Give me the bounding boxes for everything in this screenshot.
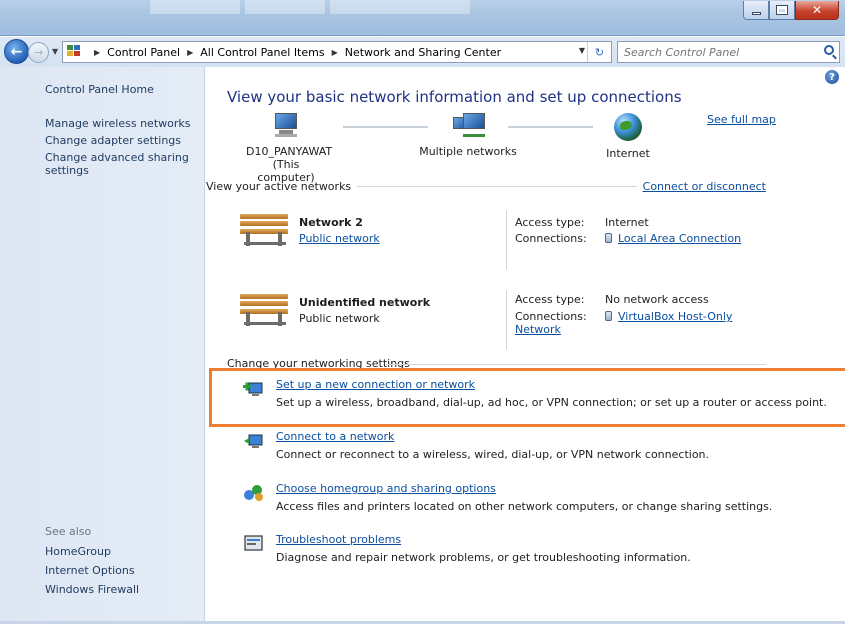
map-connector: [508, 126, 593, 128]
left-pane: Control Panel Home Manage wireless netwo…: [0, 67, 205, 624]
forward-arrow-icon: →: [33, 46, 44, 59]
ethernet-icon: [605, 311, 612, 321]
sidebar-tasks: Manage wireless networks Change adapter …: [45, 117, 195, 181]
public-network-bench-icon: [240, 294, 290, 330]
network-type-link[interactable]: Public network: [299, 232, 380, 245]
connections-row: Connections: VirtualBox Host-Only Network: [515, 310, 770, 336]
highlight-box: [209, 368, 845, 427]
window-controls: ✕: [743, 1, 839, 20]
minimize-icon: [751, 11, 761, 15]
globe-icon: [614, 113, 642, 141]
change-adapter-link[interactable]: Change adapter settings: [45, 134, 195, 147]
titlebar-blur: [150, 0, 240, 14]
network-name: Network 2: [299, 216, 363, 229]
breadcrumb-control-panel[interactable]: Control Panel: [107, 46, 180, 59]
titlebar-blur: [330, 0, 470, 14]
titlebar-blur: [245, 0, 325, 14]
navigation-bar: ← → ▼ ▶ Control Panel ▶ All Control Pane…: [0, 37, 845, 67]
see-also-title: See also: [45, 525, 92, 538]
refresh-icon: ↻: [594, 45, 605, 59]
minimize-button[interactable]: [743, 1, 769, 20]
address-bar[interactable]: ▶ Control Panel ▶ All Control Panel Item…: [62, 41, 612, 63]
back-button[interactable]: ←: [4, 39, 29, 64]
see-full-map-link[interactable]: See full map: [707, 113, 776, 126]
access-type-row: Access type: Internet: [515, 216, 649, 229]
connection-link[interactable]: Local Area Connection: [618, 232, 741, 245]
troubleshoot-desc: Diagnose and repair network problems, or…: [276, 551, 691, 564]
window-titlebar: ✕: [0, 0, 845, 36]
internet-options-link[interactable]: Internet Options: [45, 564, 139, 577]
networks-label: Multiple networks: [419, 145, 517, 158]
change-sharing-link[interactable]: Change advanced sharing settings: [45, 151, 195, 177]
network-name: Unidentified network: [299, 296, 431, 309]
connect-network-desc: Connect or reconnect to a wireless, wire…: [276, 448, 710, 461]
close-icon: ✕: [811, 3, 823, 17]
maximize-button[interactable]: [769, 1, 795, 20]
map-node-computer[interactable]: D10_PANYAWAT (This computer): [246, 113, 333, 184]
access-type-value: Internet: [605, 216, 649, 229]
access-type-value: No network access: [605, 293, 709, 306]
search-box[interactable]: [617, 41, 840, 63]
see-also-links: HomeGroup Internet Options Windows Firew…: [45, 545, 139, 602]
breadcrumb-all-items[interactable]: All Control Panel Items: [200, 46, 324, 59]
breadcrumb-separator-icon[interactable]: ▶: [94, 48, 100, 57]
breadcrumb-network-sharing[interactable]: Network and Sharing Center: [345, 46, 501, 59]
access-type-label: Access type:: [515, 293, 585, 306]
troubleshoot-icon: [243, 535, 265, 553]
windows-firewall-link[interactable]: Windows Firewall: [45, 583, 139, 596]
ethernet-icon: [605, 233, 612, 243]
connect-network-icon: [243, 432, 265, 450]
forward-button[interactable]: →: [28, 42, 49, 63]
homegroup-link[interactable]: HomeGroup: [45, 545, 139, 558]
refresh-button[interactable]: ↻: [587, 42, 611, 62]
help-icon[interactable]: ?: [825, 70, 839, 84]
breadcrumb: ▶ Control Panel ▶ All Control Panel Item…: [87, 46, 501, 59]
breadcrumb-separator-icon[interactable]: ▶: [187, 48, 193, 57]
map-node-networks[interactable]: Multiple networks: [418, 113, 518, 158]
computer-icon: [271, 113, 301, 139]
active-networks-title: View your active networks: [206, 180, 352, 193]
section-divider: [386, 364, 766, 365]
public-network-bench-icon: [240, 214, 290, 250]
search-icon[interactable]: [824, 45, 834, 55]
access-type-row: Access type: No network access: [515, 293, 709, 306]
network-item: Unidentified network Public network Acce…: [240, 290, 770, 354]
map-node-internet[interactable]: Internet: [598, 113, 658, 160]
homegroup-icon: [243, 484, 265, 502]
close-button[interactable]: ✕: [795, 1, 839, 20]
column-divider: [506, 210, 507, 270]
main-pane: ? View your basic network information an…: [206, 67, 845, 624]
page-title: View your basic network information and …: [227, 88, 682, 106]
troubleshoot-link[interactable]: Troubleshoot problems: [276, 533, 401, 546]
search-input[interactable]: [624, 45, 814, 59]
maximize-icon: [776, 5, 788, 15]
connections-label: Connections:: [515, 232, 587, 245]
computer-name: D10_PANYAWAT: [246, 145, 333, 158]
homegroup-sharing-link[interactable]: Choose homegroup and sharing options: [276, 482, 496, 495]
internet-label: Internet: [606, 147, 650, 160]
network-item: Network 2 Public network Access type: Int…: [240, 210, 770, 274]
connect-disconnect-link[interactable]: Connect or disconnect: [643, 180, 766, 193]
address-history-dropdown[interactable]: ▼: [579, 46, 585, 55]
back-arrow-icon: ←: [10, 43, 23, 60]
manage-wireless-link[interactable]: Manage wireless networks: [45, 117, 195, 130]
recent-pages-dropdown[interactable]: ▼: [52, 47, 58, 56]
column-divider: [506, 290, 507, 350]
breadcrumb-separator-icon[interactable]: ▶: [332, 48, 338, 57]
connect-network-link[interactable]: Connect to a network: [276, 430, 394, 443]
connections-row: Connections: Local Area Connection: [515, 232, 741, 245]
network-type: Public network: [299, 312, 380, 325]
connections-label: Connections:: [515, 310, 587, 323]
access-type-label: Access type:: [515, 216, 585, 229]
multiple-networks-icon: [453, 113, 485, 139]
control-panel-home-link[interactable]: Control Panel Home: [45, 83, 154, 96]
section-divider: [357, 186, 637, 187]
active-networks-header: View your active networks Connect or dis…: [206, 180, 766, 193]
control-panel-icon: [67, 45, 83, 59]
map-connector: [343, 126, 428, 128]
homegroup-sharing-desc: Access files and printers located on oth…: [276, 500, 773, 513]
